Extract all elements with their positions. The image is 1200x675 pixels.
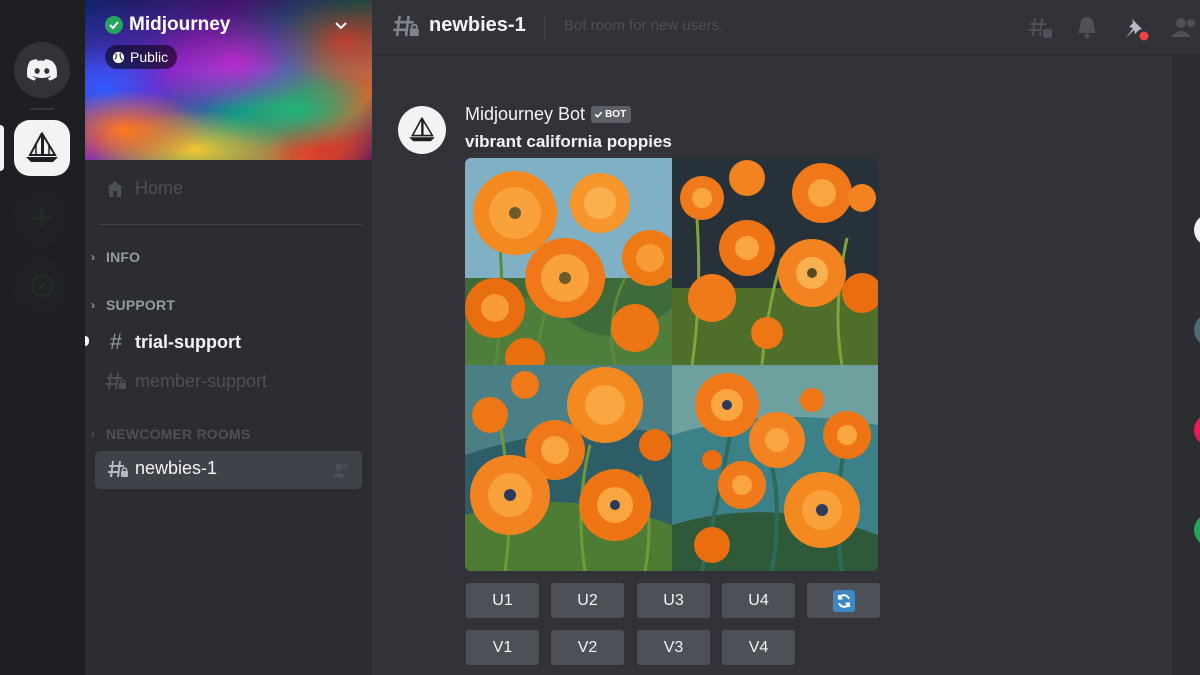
image-tile-4[interactable] [672,365,878,571]
server-header[interactable]: Midjourney [105,14,230,36]
variation-button-3[interactable]: V3 [637,630,710,665]
bot-tag-label: BOT [605,109,627,120]
verified-check-icon [105,16,123,34]
variation-button-2[interactable]: V2 [551,630,624,665]
plus-icon [33,209,51,227]
discord-home-button[interactable] [14,42,70,98]
explore-servers-button[interactable] [14,258,70,314]
discord-logo-icon [27,59,57,81]
globe-icon [112,51,125,63]
channel-label: newbies-1 [135,458,218,478]
chevron-right-icon: › [91,250,96,264]
category-support[interactable]: › SUPPORT [91,297,175,313]
locked-hash-icon [108,460,128,478]
home-icon [107,180,123,197]
channel-newbies-1[interactable]: newbies-1 [95,451,362,489]
pin-icon[interactable] [1122,15,1150,43]
category-label: NEWCOMER ROOMS [106,426,251,442]
chevron-right-icon: › [91,298,96,312]
upscale-button-1[interactable]: U1 [466,583,539,618]
channel-title: newbies-1 [429,14,526,36]
bot-avatar[interactable] [398,106,446,154]
threads-icon[interactable] [1028,15,1054,41]
header-separator [544,15,545,41]
midjourney-sailboat-icon [409,116,435,142]
prompt-text: vibrant california poppies [465,132,672,151]
member-avatar[interactable] [1194,214,1200,246]
category-newcomer-rooms[interactable]: › NEWCOMER ROOMS [91,426,250,442]
channel-trial-support[interactable]: # trial-support [105,329,241,355]
public-label: Public [130,49,169,65]
channel-topic[interactable]: Bot room for new users. [564,17,723,34]
channel-header: newbies-1 Bot room for new users. [372,0,1200,55]
home-label: Home [135,178,184,198]
midjourney-sailboat-icon [26,131,58,162]
hash-icon: # [109,329,123,354]
invite-member-icon[interactable] [332,461,350,479]
unread-indicator [85,336,89,346]
image-tile-3[interactable] [465,365,672,571]
channel-sidebar: Midjourney Public Home › INFO › SUPPORT … [85,0,372,675]
member-avatar[interactable] [1194,414,1200,446]
image-tile-1[interactable] [465,158,672,365]
poppy-image [672,365,878,571]
rail-separator [30,108,54,110]
selected-server-indicator [0,125,4,171]
category-label: SUPPORT [106,297,176,313]
author-name[interactable]: Midjourney Bot [465,104,585,125]
poppy-image [672,158,878,365]
member-list [1172,56,1200,675]
upscale-button-4[interactable]: U4 [722,583,795,618]
home-link[interactable]: Home [105,178,183,199]
chevron-down-icon[interactable] [333,18,349,34]
poppy-image [465,158,672,365]
bot-tag: BOT [591,106,632,123]
category-label: INFO [106,249,141,265]
member-avatar[interactable] [1194,514,1200,546]
server-rail [0,0,85,675]
sidebar-divider [99,224,363,225]
variation-button-4[interactable]: V4 [722,630,795,665]
refresh-icon [832,589,855,612]
add-server-button[interactable] [14,190,70,246]
poppy-image [465,365,672,571]
channel-label: trial-support [135,331,241,352]
chevron-right-icon: › [91,427,96,441]
reroll-button[interactable] [807,583,880,618]
member-avatar[interactable] [1194,314,1200,346]
midjourney-server-button[interactable] [14,120,70,176]
image-grid[interactable] [465,158,878,571]
public-badge: Public [105,45,178,69]
server-name: Midjourney [129,14,231,35]
category-info[interactable]: › INFO [91,249,140,265]
locked-hash-icon [393,15,419,37]
upscale-button-2[interactable]: U2 [551,583,624,618]
members-icon[interactable] [1170,15,1198,41]
message-header: Midjourney Bot BOT [465,104,632,125]
upscale-button-3[interactable]: U3 [637,583,710,618]
variation-button-1[interactable]: V1 [466,630,539,665]
image-tile-2[interactable] [672,158,878,365]
channel-member-support[interactable]: member-support [105,370,267,392]
compass-icon [31,275,53,297]
check-icon [594,111,603,118]
channel-label: member-support [135,370,268,391]
locked-hash-icon [106,372,126,390]
bell-icon[interactable] [1075,15,1099,41]
